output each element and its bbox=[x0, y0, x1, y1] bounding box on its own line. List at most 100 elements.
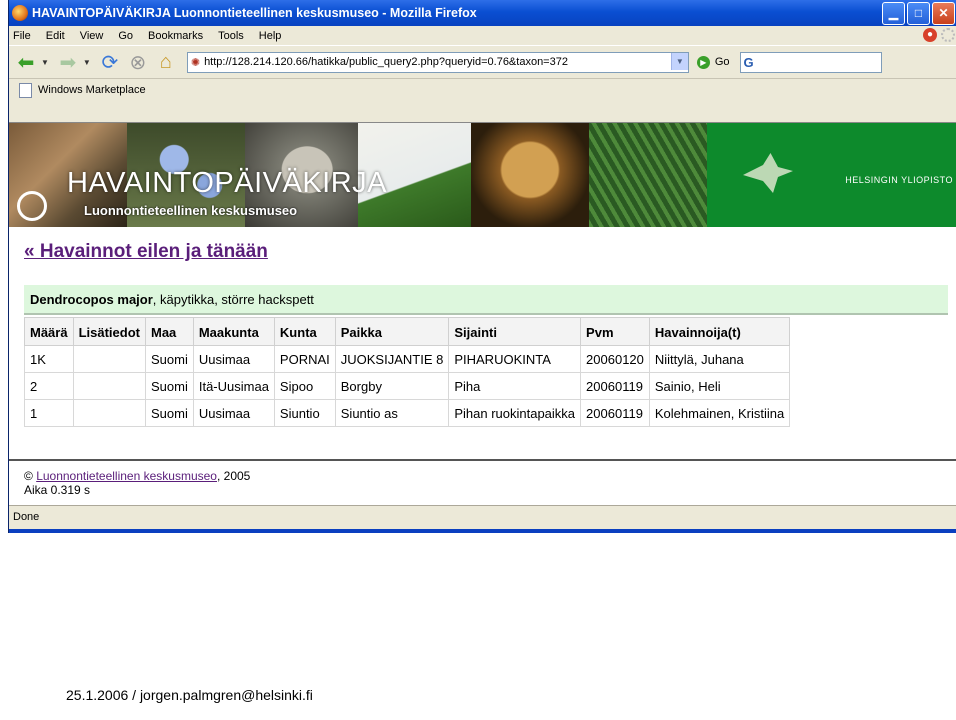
col-sijainti: Sijainti bbox=[448, 317, 582, 346]
cell-havainnoija: Sainio, Heli bbox=[648, 372, 791, 400]
university-name: HELSINGIN YLIOPISTO bbox=[845, 175, 953, 185]
banner-title: HAVAINTOPÄIVÄKIRJA bbox=[67, 167, 388, 199]
menu-tools[interactable]: Tools bbox=[218, 30, 244, 42]
banner-university-panel: HELSINGIN YLIOPISTO bbox=[707, 123, 956, 227]
search-box[interactable]: G bbox=[739, 51, 882, 73]
slide-footer: 25.1.2006 / jorgen.palmgren@helsinki.fi bbox=[66, 687, 313, 703]
page-icon bbox=[19, 82, 32, 98]
cell-pvm: 20060119 bbox=[580, 372, 650, 400]
banner-fern-photo bbox=[589, 123, 707, 227]
cell-paikka: Siuntio as bbox=[334, 399, 450, 427]
bookmarks-toolbar: Windows Marketplace bbox=[9, 78, 956, 101]
cell-maakunta: Uusimaa bbox=[192, 345, 275, 373]
species-latin-name: Dendrocopos major bbox=[30, 291, 153, 307]
bookmark-windows-marketplace[interactable]: Windows Marketplace bbox=[38, 84, 146, 96]
cell-maara: 1K bbox=[24, 345, 74, 373]
menu-file[interactable]: File bbox=[13, 30, 31, 42]
throbber-icon bbox=[941, 28, 955, 42]
site-icon: ✺ bbox=[190, 56, 201, 69]
cell-pvm: 20060120 bbox=[580, 345, 650, 373]
menu-view[interactable]: View bbox=[80, 30, 104, 42]
col-paikka: Paikka bbox=[334, 317, 450, 346]
observations-table: Määrä Lisätiedot Maa Maakunta Kunta Paik… bbox=[24, 317, 791, 427]
table-row: 1 Suomi Uusimaa Siuntio Siuntio as Pihan… bbox=[24, 399, 791, 427]
cell-sijainti: PIHARUOKINTA bbox=[448, 345, 582, 373]
menu-bar: File Edit View Go Bookmarks Tools Help ● bbox=[9, 26, 956, 45]
species-common-names: , käpytikka, större hackspett bbox=[152, 291, 314, 307]
cell-maara: 2 bbox=[24, 372, 74, 400]
navigation-toolbar: ⬅ ▼ ➡ ▼ ⟳ ⊗ ⌂ ✺ http://128.214.120.66/ha… bbox=[9, 45, 956, 78]
back-arrow-icon[interactable]: ⬅ bbox=[13, 51, 39, 74]
menu-bookmarks[interactable]: Bookmarks bbox=[148, 30, 203, 42]
footer-divider bbox=[9, 459, 956, 461]
maximize-button[interactable]: □ bbox=[907, 1, 930, 25]
col-kunta: Kunta bbox=[273, 317, 336, 346]
cell-pvm: 20060119 bbox=[580, 399, 650, 427]
forward-arrow-icon[interactable]: ➡ bbox=[55, 51, 81, 74]
species-header: Dendrocopos major , käpytikka, större ha… bbox=[24, 285, 948, 315]
cell-lisatiedot bbox=[72, 399, 146, 427]
cell-paikka: JUOKSIJANTIE 8 bbox=[334, 345, 450, 373]
cell-maakunta: Itä-Uusimaa bbox=[192, 372, 275, 400]
table-header-row: Määrä Lisätiedot Maa Maakunta Kunta Paik… bbox=[24, 317, 791, 346]
address-url: http://128.214.120.66/hatikka/public_que… bbox=[204, 56, 568, 68]
cell-sijainti: Pihan ruokintapaikka bbox=[448, 399, 582, 427]
col-maara: Määrä bbox=[24, 317, 74, 346]
cell-maa: Suomi bbox=[144, 399, 194, 427]
col-havainnoija: Havainnoija(t) bbox=[648, 317, 791, 346]
page-content: HELSINGIN YLIOPISTO HAVAINTOPÄIVÄKIRJA L… bbox=[9, 122, 956, 506]
cell-havainnoija: Niittylä, Juhana bbox=[648, 345, 791, 373]
table-row: 2 Suomi Itä-Uusimaa Sipoo Borgby Piha 20… bbox=[24, 372, 791, 400]
menu-help[interactable]: Help bbox=[259, 30, 282, 42]
firefox-icon bbox=[12, 5, 28, 21]
go-button[interactable]: ▶ Go bbox=[696, 55, 730, 69]
banner-mushroom-photo bbox=[471, 123, 589, 227]
cell-havainnoija: Kolehmainen, Kristiina bbox=[648, 399, 791, 427]
browser-window: HAVAINTOPÄIVÄKIRJA Luonnontieteellinen k… bbox=[8, 0, 956, 533]
back-to-observations-link[interactable]: « Havainnot eilen ja tänään bbox=[24, 241, 268, 263]
window-title: HAVAINTOPÄIVÄKIRJA Luonnontieteellinen k… bbox=[32, 6, 477, 20]
page-time: Aika 0.319 s bbox=[24, 483, 91, 497]
cell-maara: 1 bbox=[24, 399, 74, 427]
home-icon[interactable]: ⌂ bbox=[153, 51, 179, 73]
go-icon: ▶ bbox=[696, 55, 710, 69]
address-dropdown-icon[interactable]: ▼ bbox=[670, 52, 688, 70]
go-label: Go bbox=[714, 56, 730, 68]
museum-link[interactable]: Luonnontieteellinen keskusmuseo bbox=[36, 469, 217, 483]
status-text: Done bbox=[13, 510, 40, 523]
close-button[interactable]: ✕ bbox=[932, 1, 955, 25]
site-banner: HELSINGIN YLIOPISTO HAVAINTOPÄIVÄKIRJA L… bbox=[9, 123, 956, 227]
col-maakunta: Maakunta bbox=[192, 317, 275, 346]
minimize-button[interactable]: ▁ bbox=[882, 1, 905, 25]
cell-maakunta: Uusimaa bbox=[192, 399, 275, 427]
col-pvm: Pvm bbox=[580, 317, 650, 346]
forward-dropdown-icon[interactable]: ▼ bbox=[83, 58, 91, 67]
cell-maa: Suomi bbox=[144, 372, 194, 400]
menu-go[interactable]: Go bbox=[118, 30, 133, 42]
cell-kunta: PORNAI bbox=[273, 345, 336, 373]
status-bar: Done bbox=[9, 505, 956, 527]
cell-sijainti: Piha bbox=[448, 372, 582, 400]
cell-paikka: Borgby bbox=[334, 372, 450, 400]
back-dropdown-icon[interactable]: ▼ bbox=[41, 58, 49, 67]
copyright-year: , 2005 bbox=[216, 469, 251, 483]
reload-icon[interactable]: ⟳ bbox=[97, 51, 123, 74]
window-bottom-border bbox=[9, 529, 956, 533]
cell-lisatiedot bbox=[72, 345, 146, 373]
university-logo-icon bbox=[743, 153, 793, 193]
cell-lisatiedot bbox=[72, 372, 146, 400]
menu-edit[interactable]: Edit bbox=[46, 30, 65, 42]
page-footer: © Luonnontieteellinen keskusmuseo, 2005 … bbox=[24, 469, 250, 497]
cell-kunta: Sipoo bbox=[273, 372, 336, 400]
spiral-logo-icon bbox=[17, 191, 47, 221]
banner-subtitle: Luonnontieteellinen keskusmuseo bbox=[84, 203, 298, 218]
cell-kunta: Siuntio bbox=[273, 399, 336, 427]
table-row: 1K Suomi Uusimaa PORNAI JUOKSIJANTIE 8 P… bbox=[24, 345, 791, 373]
google-search-icon: G bbox=[743, 54, 754, 70]
stop-icon[interactable]: ⊗ bbox=[125, 51, 151, 74]
title-bar: HAVAINTOPÄIVÄKIRJA Luonnontieteellinen k… bbox=[9, 0, 956, 26]
col-maa: Maa bbox=[144, 317, 194, 346]
copyright-symbol: © bbox=[24, 469, 33, 483]
address-bar[interactable]: ✺ http://128.214.120.66/hatikka/public_q… bbox=[186, 51, 689, 73]
cell-maa: Suomi bbox=[144, 345, 194, 373]
